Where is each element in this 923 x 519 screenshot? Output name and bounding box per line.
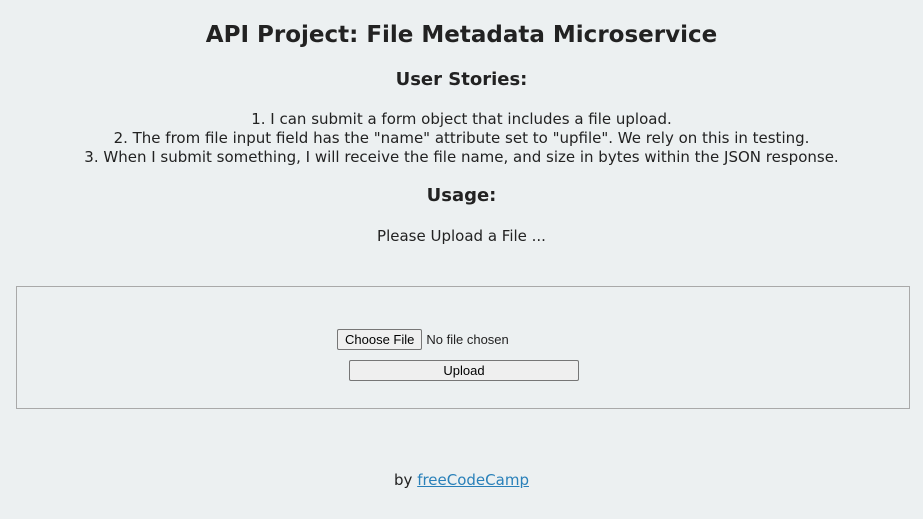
file-input[interactable]: Choose File No file chosen: [337, 329, 509, 350]
page-title: API Project: File Metadata Microservice: [205, 22, 718, 48]
freecodecamp-link[interactable]: freeCodeCamp: [417, 471, 529, 489]
list-item: 1. I can submit a form object that inclu…: [251, 110, 672, 128]
choose-file-button[interactable]: Choose File: [337, 329, 423, 350]
file-status-text: No file chosen: [426, 332, 509, 347]
usage-heading: Usage:: [426, 185, 497, 206]
user-stories-heading: User Stories:: [395, 69, 528, 90]
list-item: 3. When I submit something, I will recei…: [84, 148, 839, 166]
upload-button[interactable]: Upload: [349, 360, 579, 381]
usage-instructions: Please Upload a File ...: [377, 227, 546, 245]
page-container: API Project: File Metadata Microservice …: [0, 0, 923, 519]
list-item: 2. The from file input field has the "na…: [113, 129, 810, 147]
user-stories-list: 1. I can submit a form object that inclu…: [0, 110, 923, 167]
footer: by freeCodeCamp: [0, 471, 923, 490]
upload-form: Choose File No file chosen Upload: [16, 286, 910, 409]
footer-by-text: by: [394, 471, 418, 489]
